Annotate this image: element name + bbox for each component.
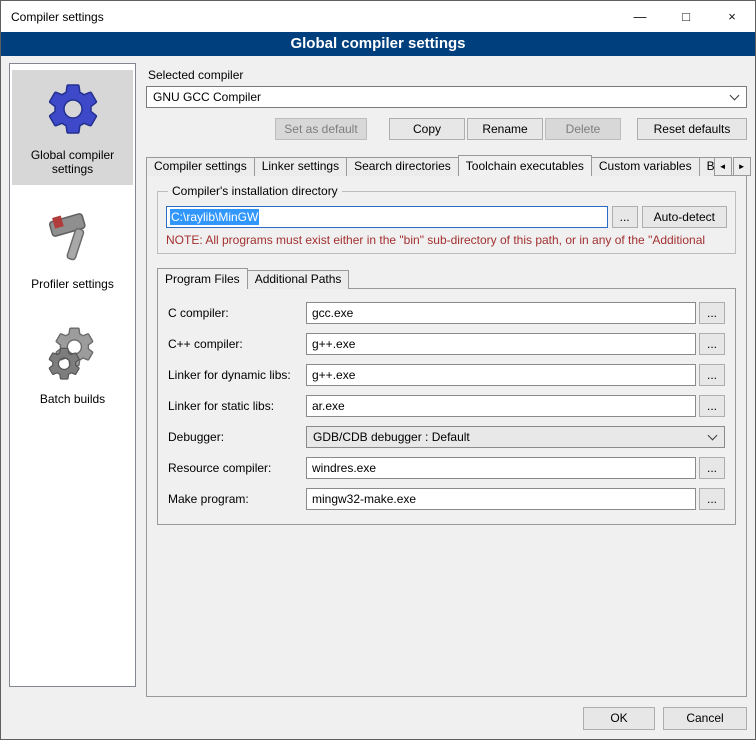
blue-gear-icon xyxy=(43,79,103,139)
cpp-compiler-browse-button[interactable]: ... xyxy=(699,333,725,355)
sidebar-item-label: Batch builds xyxy=(40,392,105,406)
linker-static-input[interactable] xyxy=(306,395,696,417)
chevron-down-icon xyxy=(708,430,718,440)
close-icon: × xyxy=(728,9,736,24)
tab-build-options[interactable]: Build options xyxy=(699,157,715,176)
rename-button[interactable]: Rename xyxy=(467,118,543,140)
dialog-body: Global compiler settings Profiler settin… xyxy=(1,56,755,697)
dialog-footer: OK Cancel xyxy=(1,697,755,739)
settings-tab-bar: Compiler settings Linker settings Search… xyxy=(146,155,747,176)
compiler-actions-row: Set as default Copy Rename Delete Reset … xyxy=(146,118,747,140)
form-row-linker-static: Linker for static libs: ... xyxy=(168,395,725,417)
form-row-resource-compiler: Resource compiler: ... xyxy=(168,457,725,479)
bin-subdirectory-note: NOTE: All programs must exist either in … xyxy=(166,233,727,247)
resource-compiler-browse-button[interactable]: ... xyxy=(699,457,725,479)
form-row-c-compiler: C compiler: ... xyxy=(168,302,725,324)
compiler-settings-window: Compiler settings — □ × Global compiler … xyxy=(0,0,756,740)
resource-compiler-input[interactable] xyxy=(306,457,696,479)
window-title: Compiler settings xyxy=(1,10,617,24)
arrow-left-icon: ◄ xyxy=(719,162,727,171)
sidebar-item-label: Profiler settings xyxy=(31,277,114,291)
close-button[interactable]: × xyxy=(709,1,755,32)
form-row-make-program: Make program: ... xyxy=(168,488,725,510)
copy-button[interactable]: Copy xyxy=(389,118,465,140)
toolchain-executables-panel: Compiler's installation directory C:\ray… xyxy=(146,175,747,697)
cpp-compiler-input[interactable] xyxy=(306,333,696,355)
tab-linker-settings[interactable]: Linker settings xyxy=(254,157,347,176)
window-controls: — □ × xyxy=(617,1,755,32)
resource-compiler-label: Resource compiler: xyxy=(168,461,306,475)
cancel-button[interactable]: Cancel xyxy=(663,707,747,730)
debugger-select[interactable]: GDB/CDB debugger : Default xyxy=(306,426,725,448)
auto-detect-button[interactable]: Auto-detect xyxy=(642,206,727,228)
minimize-button[interactable]: — xyxy=(617,1,663,32)
tab-custom-variables[interactable]: Custom variables xyxy=(591,157,700,176)
dialog-header-title: Global compiler settings xyxy=(1,32,755,56)
make-program-label: Make program: xyxy=(168,492,306,506)
form-row-linker-dynamic: Linker for dynamic libs: ... xyxy=(168,364,725,386)
installation-directory-browse-button[interactable]: ... xyxy=(612,206,638,228)
tab-search-directories[interactable]: Search directories xyxy=(346,157,459,176)
linker-static-label: Linker for static libs: xyxy=(168,399,306,413)
make-program-input[interactable] xyxy=(306,488,696,510)
c-compiler-input[interactable] xyxy=(306,302,696,324)
debugger-label: Debugger: xyxy=(168,430,306,444)
form-row-cpp-compiler: C++ compiler: ... xyxy=(168,333,725,355)
linker-dynamic-browse-button[interactable]: ... xyxy=(699,364,725,386)
minimize-icon: — xyxy=(634,9,647,24)
sidebar-item-global-compiler-settings[interactable]: Global compiler settings xyxy=(12,70,133,185)
subtab-program-files[interactable]: Program Files xyxy=(157,268,248,289)
selected-compiler-value: GNU GCC Compiler xyxy=(153,90,731,104)
c-compiler-browse-button[interactable]: ... xyxy=(699,302,725,324)
reset-defaults-button[interactable]: Reset defaults xyxy=(637,118,747,140)
sidebar-item-batch-builds[interactable]: Batch builds xyxy=(12,314,133,415)
tab-scroll-right-button[interactable]: ► xyxy=(733,157,751,176)
tab-scroll-left-button[interactable]: ◄ xyxy=(714,157,732,176)
gray-gears-icon xyxy=(43,323,103,383)
selected-compiler-label: Selected compiler xyxy=(148,68,747,82)
maximize-icon: □ xyxy=(682,9,690,24)
delete-button[interactable]: Delete xyxy=(545,118,621,140)
program-files-panel: C compiler: ... C++ compiler: ... xyxy=(157,288,736,525)
sidebar-item-label: Global compiler settings xyxy=(15,148,130,176)
installation-directory-value: C:\raylib\MinGW xyxy=(170,209,259,225)
tab-scroll-buttons: ◄ ► xyxy=(714,157,751,176)
arrow-right-icon: ► xyxy=(738,162,746,171)
make-program-browse-button[interactable]: ... xyxy=(699,488,725,510)
form-row-debugger: Debugger: GDB/CDB debugger : Default xyxy=(168,426,725,448)
ok-button[interactable]: OK xyxy=(583,707,655,730)
linker-static-browse-button[interactable]: ... xyxy=(699,395,725,417)
sidebar-item-profiler-settings[interactable]: Profiler settings xyxy=(12,199,133,300)
selected-compiler-dropdown[interactable]: GNU GCC Compiler xyxy=(146,86,747,108)
title-bar: Compiler settings — □ × xyxy=(1,1,755,32)
installation-directory-group: Compiler's installation directory C:\ray… xyxy=(157,184,736,254)
hammer-tool-icon xyxy=(43,208,103,268)
settings-category-list: Global compiler settings Profiler settin… xyxy=(9,63,136,687)
installation-directory-row: C:\raylib\MinGW ... Auto-detect xyxy=(166,206,727,228)
c-compiler-label: C compiler: xyxy=(168,306,306,320)
installation-directory-label: Compiler's installation directory xyxy=(168,184,342,198)
main-panel: Selected compiler GNU GCC Compiler Set a… xyxy=(146,63,747,697)
installation-directory-input[interactable]: C:\raylib\MinGW xyxy=(166,206,608,228)
subtab-additional-paths[interactable]: Additional Paths xyxy=(247,270,350,289)
cpp-compiler-label: C++ compiler: xyxy=(168,337,306,351)
executables-subtab-bar: Program Files Additional Paths xyxy=(157,268,736,289)
linker-dynamic-input[interactable] xyxy=(306,364,696,386)
maximize-button[interactable]: □ xyxy=(663,1,709,32)
tab-compiler-settings[interactable]: Compiler settings xyxy=(146,157,255,176)
chevron-down-icon xyxy=(730,90,740,100)
set-as-default-button[interactable]: Set as default xyxy=(275,118,367,140)
debugger-value: GDB/CDB debugger : Default xyxy=(313,430,709,444)
tab-toolchain-executables[interactable]: Toolchain executables xyxy=(458,155,592,176)
linker-dynamic-label: Linker for dynamic libs: xyxy=(168,368,306,382)
